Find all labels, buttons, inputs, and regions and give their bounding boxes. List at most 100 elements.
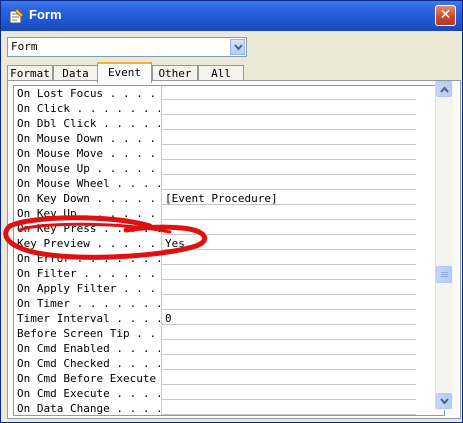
- property-label[interactable]: On Key Press . . . . .: [14, 221, 160, 236]
- property-name: On Click: [17, 102, 70, 115]
- property-label[interactable]: On Mouse Move . . . . .: [14, 146, 160, 161]
- tab-other[interactable]: Other: [152, 65, 198, 81]
- property-row[interactable]: On Mouse Down . . . . .: [14, 131, 444, 146]
- property-label[interactable]: On Mouse Wheel . . . . .: [14, 176, 160, 191]
- property-label[interactable]: Before Screen Tip . . . .: [14, 326, 160, 341]
- property-name: On Cmd Before Execute: [17, 372, 157, 385]
- property-row[interactable]: On Cmd Checked . . . . .: [14, 356, 444, 371]
- property-name: On Lost Focus: [17, 87, 104, 100]
- property-value[interactable]: [161, 221, 416, 235]
- property-label[interactable]: On Key Up . . . . . . .: [14, 206, 160, 221]
- property-value[interactable]: [Event Procedure]: [161, 191, 416, 205]
- tab-all[interactable]: All: [198, 65, 244, 81]
- property-label[interactable]: On Key Down . . . . . .: [14, 191, 160, 206]
- scroll-up-button[interactable]: [436, 81, 452, 97]
- property-dots: . . . . .: [96, 222, 160, 235]
- property-row[interactable]: On Click . . . . . . .: [14, 101, 444, 116]
- property-value[interactable]: [161, 251, 416, 265]
- property-row[interactable]: On Lost Focus . . . . .: [14, 86, 444, 101]
- tab-format[interactable]: Format: [7, 65, 53, 81]
- property-label[interactable]: On Lost Focus . . . . .: [14, 86, 160, 101]
- property-name: On Dbl Click: [17, 117, 97, 130]
- property-name: Key Preview: [17, 237, 90, 250]
- property-row[interactable]: On Dbl Click . . . . . .: [14, 116, 444, 131]
- property-value[interactable]: [161, 371, 416, 385]
- property-name: On Mouse Up: [17, 162, 90, 175]
- property-value[interactable]: [161, 101, 416, 115]
- property-row[interactable]: On Key Press . . . . .: [14, 221, 444, 236]
- property-label[interactable]: On Mouse Up . . . . . .: [14, 161, 160, 176]
- vertical-scrollbar[interactable]: [435, 81, 453, 410]
- dropdown-button[interactable]: [230, 39, 245, 55]
- property-label[interactable]: Timer Interval . . . . .: [14, 311, 160, 326]
- property-value[interactable]: [161, 281, 416, 295]
- property-sheet-window: Form ✕ Form Format Data Event Other All …: [0, 0, 463, 423]
- property-label[interactable]: On Filter . . . . . . .: [14, 266, 160, 281]
- property-label[interactable]: On Cmd Execute . . . . .: [14, 386, 160, 401]
- property-row[interactable]: On Cmd Before Execute .: [14, 371, 444, 386]
- property-name: On Mouse Move: [17, 147, 104, 160]
- property-value[interactable]: [161, 326, 416, 340]
- property-row[interactable]: On Error . . . . . . .: [14, 251, 444, 266]
- property-label[interactable]: Key Preview . . . . . .: [14, 236, 160, 251]
- scroll-down-button[interactable]: [436, 393, 452, 409]
- property-row[interactable]: Before Screen Tip . . . .: [14, 326, 444, 341]
- property-row[interactable]: On Mouse Wheel . . . . .: [14, 176, 444, 191]
- property-label[interactable]: On Timer . . . . . . .: [14, 296, 160, 311]
- property-dots: . . . . . .: [103, 117, 160, 130]
- window-title: Form: [29, 7, 62, 22]
- property-label[interactable]: On Apply Filter . . . . .: [14, 281, 160, 296]
- property-row[interactable]: On Timer . . . . . . .: [14, 296, 444, 311]
- property-value[interactable]: [161, 341, 416, 355]
- property-label[interactable]: On Cmd Enabled . . . . .: [14, 341, 160, 356]
- property-label[interactable]: On Data Change . . . . .: [14, 401, 160, 415]
- property-label[interactable]: On Error . . . . . . .: [14, 251, 160, 266]
- property-dots: . . . . . . .: [69, 252, 160, 265]
- property-row[interactable]: On Key Up . . . . . . .: [14, 206, 444, 221]
- property-value[interactable]: Yes: [161, 236, 416, 250]
- property-value[interactable]: [161, 386, 416, 400]
- property-row[interactable]: On Filter . . . . . . .: [14, 266, 444, 281]
- property-value[interactable]: [161, 146, 416, 160]
- property-row[interactable]: On Apply Filter . . . . .: [14, 281, 444, 296]
- property-dots: . . . . .: [116, 312, 160, 325]
- close-icon: ✕: [439, 7, 452, 23]
- property-value[interactable]: [161, 161, 416, 175]
- property-row[interactable]: On Data Change . . . . .: [14, 401, 444, 415]
- property-label[interactable]: On Dbl Click . . . . . .: [14, 116, 160, 131]
- property-label[interactable]: On Cmd Checked . . . . .: [14, 356, 160, 371]
- property-row[interactable]: Key Preview . . . . . .Yes: [14, 236, 444, 251]
- property-value[interactable]: [161, 131, 416, 145]
- property-value[interactable]: [161, 356, 416, 370]
- property-row[interactable]: On Key Down . . . . . .[Event Procedure]: [14, 191, 444, 206]
- property-value[interactable]: [161, 296, 416, 310]
- property-value[interactable]: [161, 401, 416, 415]
- object-selector-combo[interactable]: Form: [7, 37, 247, 57]
- property-value[interactable]: [161, 206, 416, 220]
- property-row[interactable]: On Mouse Move . . . . .: [14, 146, 444, 161]
- property-value[interactable]: 0: [161, 311, 416, 325]
- property-dots: . . . . .: [109, 132, 160, 145]
- tab-data[interactable]: Data: [53, 65, 98, 81]
- property-label[interactable]: On Mouse Down . . . . .: [14, 131, 160, 146]
- property-value[interactable]: [161, 176, 416, 190]
- property-label[interactable]: On Cmd Before Execute .: [14, 371, 160, 386]
- title-bar[interactable]: Form ✕: [1, 1, 462, 31]
- property-label[interactable]: On Click . . . . . . .: [14, 101, 160, 116]
- property-row[interactable]: On Mouse Up . . . . . .: [14, 161, 444, 176]
- scroll-thumb[interactable]: [436, 266, 452, 283]
- close-button[interactable]: ✕: [435, 5, 456, 26]
- property-value[interactable]: [161, 86, 416, 100]
- property-dots: . . . .: [136, 327, 160, 340]
- property-value[interactable]: [161, 266, 416, 280]
- property-row[interactable]: Timer Interval . . . . .0: [14, 311, 444, 326]
- property-value[interactable]: [161, 116, 416, 130]
- tab-event[interactable]: Event: [97, 62, 152, 83]
- property-row[interactable]: On Cmd Enabled . . . . .: [14, 341, 444, 356]
- property-dots: . . . . . . .: [83, 207, 160, 220]
- property-name: Before Screen Tip: [17, 327, 130, 340]
- object-selector-value: Form: [11, 40, 38, 53]
- property-row[interactable]: On Cmd Execute . . . . .: [14, 386, 444, 401]
- property-name: Timer Interval: [17, 312, 110, 325]
- property-name: On Apply Filter: [17, 282, 117, 295]
